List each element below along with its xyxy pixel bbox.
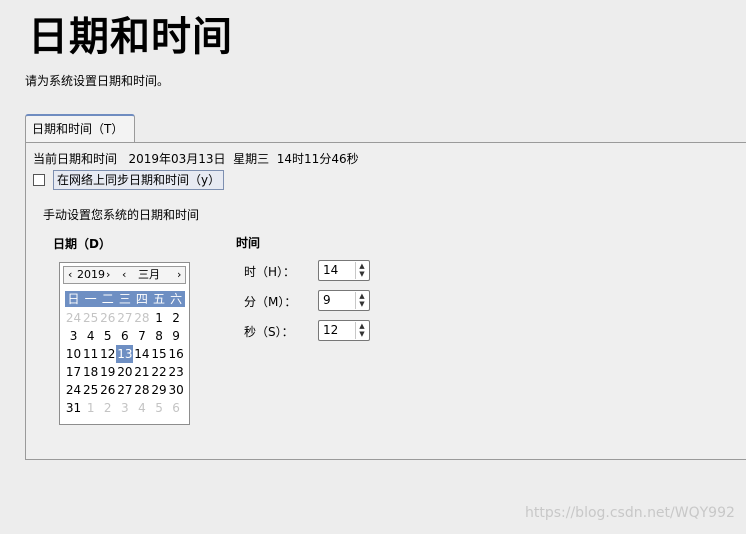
calendar-day[interactable]: 2 [99,399,116,417]
second-down-arrow-icon[interactable]: ▼ [356,330,368,338]
weekday-label: 一 [84,292,97,306]
calendar-day[interactable]: 15 [150,345,167,363]
calendar-day[interactable]: 6 [168,399,185,417]
tab-date-time[interactable]: 日期和时间（T） [25,114,135,142]
calendar-day[interactable]: 10 [65,345,82,363]
calendar-day[interactable]: 6 [116,327,133,345]
weekday-label: 六 [170,292,183,306]
calendar-day[interactable]: 24 [65,381,82,399]
calendar-day[interactable]: 28 [133,381,150,399]
calendar-day[interactable]: 1 [150,309,167,327]
current-datetime: 当前日期和时间 2019年03月13日 星期三 14时11分46秒 [33,152,359,166]
minute-value[interactable]: 9 [323,293,331,308]
calendar-days: 24 25 26 27 28 1 2 3 4 5 6 7 8 9 10 11 1… [65,309,185,417]
calendar-day[interactable]: 21 [133,363,150,381]
second-label: 秒（S）： [244,325,294,339]
hour-up-arrow-icon[interactable]: ▲ [356,262,368,270]
page-subtitle: 请为系统设置日期和时间。 [25,74,170,88]
calendar-day[interactable]: 23 [168,363,185,381]
calendar-day[interactable]: 26 [99,381,116,399]
minute-down-arrow-icon[interactable]: ▼ [356,300,368,308]
weekday-label: 四 [135,292,148,306]
hour-label: 时（H）： [244,265,296,279]
calendar-day[interactable]: 4 [82,327,99,345]
calendar-year: 2019 [77,268,105,281]
sync-option[interactable]: 在网络上同步日期和时间（y） [33,170,225,190]
calendar-day[interactable]: 30 [168,381,185,399]
calendar-day[interactable]: 7 [133,327,150,345]
calendar-day[interactable]: 3 [116,399,133,417]
weekday-label: 五 [153,292,166,306]
calendar-day[interactable]: 17 [65,363,82,381]
calendar-weekday-header: 日 一 二 三 四 五 六 [65,291,185,307]
calendar-day[interactable]: 27 [116,309,133,327]
weekday-label: 日 [67,292,80,306]
calendar-day[interactable]: 27 [116,381,133,399]
calendar-day[interactable]: 3 [65,327,82,345]
page-title: 日期和时间 [28,14,233,60]
calendar-day[interactable]: 1 [82,399,99,417]
calendar-day[interactable]: 12 [99,345,116,363]
hour-value[interactable]: 14 [323,263,338,278]
calendar-day[interactable]: 25 [82,309,99,327]
date-heading: 日期（D） [53,237,111,251]
hour-spinner[interactable]: 14 ▲ ▼ [318,260,370,281]
sync-checkbox-label[interactable]: 在网络上同步日期和时间（y） [53,170,225,190]
next-year-button[interactable]: › [106,268,110,282]
calendar-day[interactable]: 5 [99,327,116,345]
watermark: https://blog.csdn.net/WQY992 [525,505,735,521]
calendar-day[interactable]: 20 [116,363,133,381]
calendar-day[interactable]: 19 [99,363,116,381]
calendar-day[interactable]: 8 [150,327,167,345]
calendar-day[interactable]: 31 [65,399,82,417]
minute-up-arrow-icon[interactable]: ▲ [356,292,368,300]
prev-month-button[interactable]: ‹ [122,268,126,282]
calendar: ‹ 2019 › ‹ 三月 › 日 一 二 三 四 五 六 24 25 26 2… [59,262,190,425]
calendar-day[interactable]: 18 [82,363,99,381]
second-spinner[interactable]: 12 ▲ ▼ [318,320,370,341]
time-heading: 时间 [236,236,261,250]
calendar-day[interactable]: 16 [168,345,185,363]
calendar-day[interactable]: 4 [133,399,150,417]
calendar-header: ‹ 2019 › ‹ 三月 › [63,266,186,284]
prev-year-button[interactable]: ‹ [68,268,72,282]
manual-set-label: 手动设置您系统的日期和时间 [43,208,200,222]
calendar-day[interactable]: 25 [82,381,99,399]
sync-checkbox[interactable] [33,174,45,186]
calendar-day[interactable]: 11 [82,345,99,363]
calendar-day[interactable]: 22 [150,363,167,381]
calendar-day[interactable]: 2 [168,309,185,327]
calendar-day[interactable]: 9 [168,327,185,345]
calendar-day-selected[interactable]: 13 [116,345,134,363]
calendar-day[interactable]: 28 [133,309,150,327]
hour-down-arrow-icon[interactable]: ▼ [356,270,368,278]
calendar-month: 三月 [138,268,160,281]
calendar-day[interactable]: 29 [150,381,167,399]
weekday-label: 三 [118,292,131,306]
weekday-label: 二 [101,292,114,306]
calendar-day[interactable]: 5 [150,399,167,417]
second-value[interactable]: 12 [323,323,338,338]
calendar-day[interactable]: 26 [99,309,116,327]
calendar-day[interactable]: 24 [65,309,82,327]
minute-label: 分（M）： [244,295,297,309]
second-up-arrow-icon[interactable]: ▲ [356,322,368,330]
minute-spinner[interactable]: 9 ▲ ▼ [318,290,370,311]
next-month-button[interactable]: › [177,268,181,282]
calendar-day[interactable]: 14 [133,345,150,363]
